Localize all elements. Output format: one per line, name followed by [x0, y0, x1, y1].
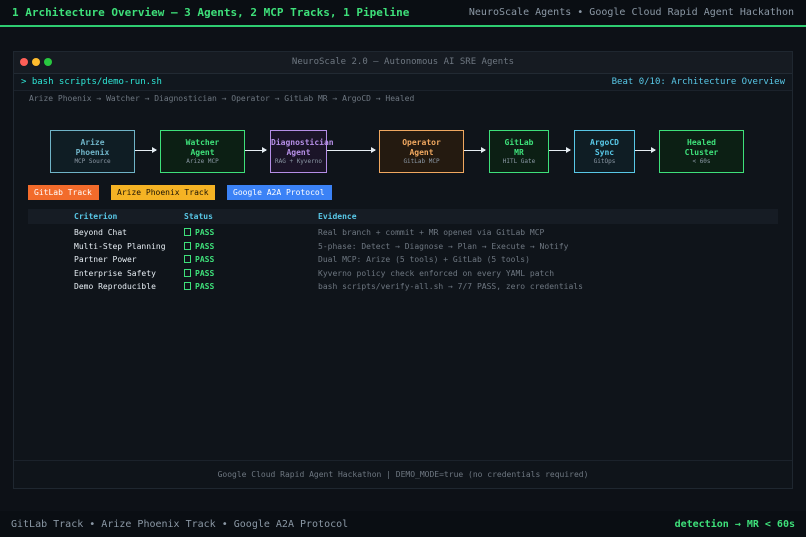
- node-title-line2: MR: [514, 148, 524, 157]
- node-title-line1: ArgoCD: [590, 138, 619, 147]
- table-row: Multi-Step Planning PASS 5-phase: Detect →…: [28, 240, 778, 254]
- status-text: PASS: [195, 282, 215, 291]
- window-title: NeuroScale 2.0 — Autonomous AI SRE Agent…: [291, 57, 515, 67]
- node-title-line1: Arize: [80, 138, 105, 147]
- pipeline-node-healed: Healed Cluster < 60s: [659, 130, 744, 173]
- table-header: Criterion Status Evidence: [28, 209, 778, 224]
- window-footer: Google Cloud Rapid Agent Hackathon | DEM…: [14, 460, 792, 488]
- top-bar: 1 Architecture Overview — 3 Agents, 2 MC…: [0, 0, 806, 27]
- node-title-line2: Sync: [594, 148, 615, 157]
- speed-claim: detection → MR < 60s: [674, 518, 795, 530]
- flow-arrow: [635, 147, 656, 153]
- pipeline-node-arize: Arize Phoenix MCP Source: [50, 130, 135, 173]
- node-subtitle: RAG + Kyverno: [275, 158, 322, 165]
- evidence-cell: bash scripts/verify-all.sh → 7/7 PASS, z…: [318, 282, 583, 291]
- node-title-line1: GitLab: [504, 138, 534, 147]
- project-credit: NeuroScale Agents • Google Cloud Rapid A…: [468, 7, 794, 18]
- pipeline-node-gitlab: GitLab MR HITL Gate: [489, 130, 549, 173]
- node-title-line1: Operator: [402, 138, 441, 147]
- pipeline-node-watcher: Watcher Agent Arize MCP: [160, 130, 245, 173]
- beat-indicator: Beat 0/10: Architecture Overview: [611, 77, 785, 87]
- status-text: PASS: [195, 255, 215, 264]
- status-text: PASS: [195, 268, 215, 278]
- node-subtitle: GitLab MCP: [403, 158, 440, 165]
- table-row: Demo Reproducible PASS bash scripts/verify…: [28, 280, 778, 294]
- criterion-cell: Demo Reproducible: [74, 282, 156, 291]
- slide-title: 1 Architecture Overview — 3 Agents, 2 MC…: [12, 6, 410, 19]
- check-box-icon: [184, 228, 191, 236]
- check-box-icon: [184, 268, 191, 277]
- flow-arrow: [135, 147, 157, 153]
- status-cell: PASS: [184, 240, 214, 254]
- pipeline-node-diagnostician: Diagnostician Agent RAG + Kyverno: [270, 130, 334, 173]
- evidence-cell: Kyverno policy check enforced on every Y…: [318, 268, 555, 278]
- status-cell: PASS: [184, 226, 214, 240]
- status-text: PASS: [195, 241, 215, 251]
- evidence-cell: 5-phase: Detect → Diagnose → Plan → Exec…: [318, 241, 569, 251]
- terminal-window: NeuroScale 2.0 — Autonomous AI SRE Agent…: [13, 51, 793, 489]
- tag-google-a2a-protocol: Google A2A Protocol: [227, 185, 332, 200]
- node-title-line1: Watcher: [185, 138, 220, 147]
- criteria-table: Criterion Status Evidence Beyond Chat PAS…: [28, 209, 778, 294]
- tag-gitlab-track: GitLab Track: [28, 185, 99, 200]
- command-line: > bash scripts/demo-run.sh: [21, 77, 162, 87]
- criterion-cell: Enterprise Safety: [74, 268, 156, 278]
- node-title-line2: Agent: [286, 148, 311, 157]
- status-text: PASS: [195, 228, 215, 237]
- node-title-line1: Healed: [687, 138, 716, 147]
- flow-summary: Arize Phoenix → Watcher → Diagnostician …: [29, 94, 415, 103]
- node-title-line1: Diagnostician: [271, 138, 334, 147]
- node-title-line2: Cluster: [684, 148, 719, 157]
- node-title-line2: Agent: [190, 148, 215, 157]
- node-subtitle: MCP Source: [74, 158, 111, 165]
- evidence-cell: Dual MCP: Arize (5 tools) + GitLab (5 to…: [318, 255, 530, 264]
- table-row: Beyond Chat PASS Real branch + commit + MR…: [28, 226, 778, 240]
- header-evidence: Evidence: [318, 212, 357, 221]
- flow-arrow: [464, 147, 486, 153]
- check-box-icon: [184, 255, 191, 263]
- pipeline-node-argocd: ArgoCD Sync GitOps: [574, 130, 635, 173]
- node-subtitle: HITL Gate: [502, 158, 536, 165]
- window-titlebar: NeuroScale 2.0 — Autonomous AI SRE Agent…: [14, 52, 792, 74]
- command-bar: > bash scripts/demo-run.sh Beat 0/10: Ar…: [14, 74, 792, 91]
- table-row: Partner Power PASS Dual MCP: Arize (5 tool…: [28, 253, 778, 267]
- node-title-line2: Phoenix: [75, 148, 110, 157]
- node-subtitle: < 60s: [692, 158, 711, 165]
- table-row: Enterprise Safety PASS Kyverno policy chec…: [28, 267, 778, 281]
- pipeline-node-operator: Operator Agent GitLab MCP: [379, 130, 464, 173]
- criterion-cell: Partner Power: [74, 255, 137, 264]
- node-subtitle: GitOps: [593, 158, 616, 165]
- tracks-summary: GitLab Track • Arize Phoenix Track • Goo…: [11, 518, 349, 530]
- header-criterion: Criterion: [74, 212, 118, 221]
- check-box-icon: [184, 282, 191, 290]
- criterion-cell: Beyond Chat: [74, 228, 127, 237]
- tag-arize-phoenix-track: Arize Phoenix Track: [111, 185, 215, 200]
- check-box-icon: [184, 241, 191, 250]
- status-cell: PASS: [184, 280, 214, 294]
- bottom-bar: GitLab Track • Arize Phoenix Track • Goo…: [0, 511, 806, 537]
- header-status: Status: [184, 212, 213, 221]
- flow-arrow: [549, 147, 571, 153]
- node-title-line2: Agent: [409, 148, 434, 157]
- status-cell: PASS: [184, 267, 214, 281]
- flow-arrow: [327, 147, 376, 153]
- node-subtitle: Arize MCP: [186, 158, 219, 165]
- status-cell: PASS: [184, 253, 214, 267]
- criterion-cell: Multi-Step Planning: [74, 241, 166, 251]
- evidence-cell: Real branch + commit + MR opened via Git…: [318, 228, 545, 237]
- flow-arrow: [245, 147, 267, 153]
